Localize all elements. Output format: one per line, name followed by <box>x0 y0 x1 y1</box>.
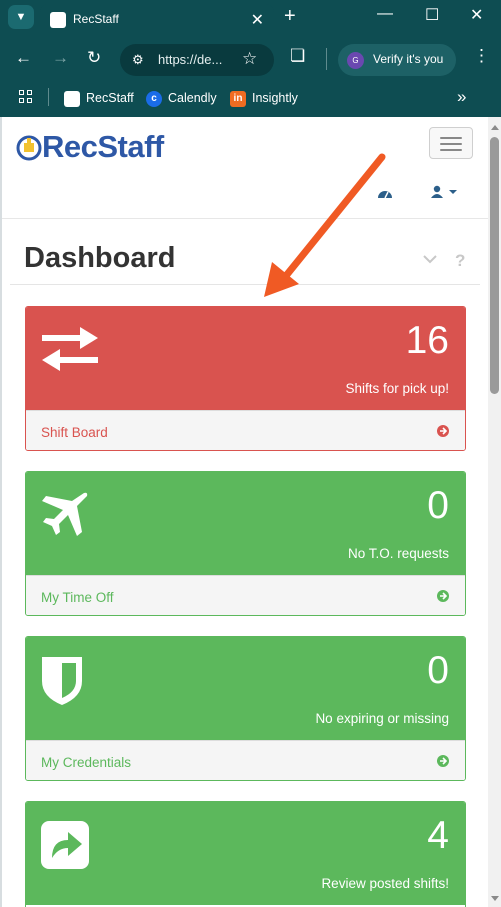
scroll-up-icon[interactable] <box>491 125 499 130</box>
panel-count: 0 <box>427 484 449 527</box>
panel-footer[interactable]: My Time Off <box>26 575 465 615</box>
address-bar[interactable]: ⚙ https://de... ☆ <box>120 44 274 76</box>
page-scrollbar[interactable] <box>488 117 501 907</box>
close-tab-icon[interactable]: ✕ <box>251 10 264 30</box>
my-time-off-link[interactable]: My Time Off <box>41 590 114 605</box>
more-bookmarks-icon[interactable]: » <box>457 87 466 107</box>
arrow-circle-right-icon[interactable] <box>436 754 450 768</box>
tab-title: RecStaff <box>73 12 119 26</box>
shift-board-link[interactable]: Shift Board <box>41 425 108 440</box>
panel-footer[interactable]: My Credentials <box>26 740 465 780</box>
scrollbar-thumb[interactable] <box>490 137 499 394</box>
extensions-icon[interactable]: ❏ <box>290 46 305 66</box>
panel-footer[interactable]: Shift Board <box>26 410 465 450</box>
apps-grid-icon[interactable] <box>19 90 33 104</box>
tab-strip: ▼ RecStaff ✕ + — ☐ ✕ <box>0 0 501 36</box>
minimize-icon[interactable]: — <box>377 5 393 23</box>
profile-button[interactable]: G Verify it's you <box>338 44 456 76</box>
bookmark-star-icon[interactable]: ☆ <box>242 49 257 69</box>
arrow-circle-right-icon[interactable] <box>436 424 450 438</box>
panel-heading: 0 No T.O. requests <box>26 472 465 575</box>
panel-caption: Shifts for pick up! <box>345 381 449 396</box>
back-icon[interactable]: ← <box>15 48 32 68</box>
toolbar-divider <box>326 48 327 70</box>
my-credentials-link[interactable]: My Credentials <box>41 755 131 770</box>
shift-board-panel[interactable]: 16 Shifts for pick up! Shift Board <box>25 306 466 451</box>
panel-count: 4 <box>427 814 449 857</box>
bookmark-label: Insightly <box>252 91 298 105</box>
annotation-arrow <box>264 153 386 297</box>
tab-search-button[interactable]: ▼ <box>8 5 34 29</box>
exchange-icon <box>42 327 98 371</box>
panel-heading: 0 No expiring or missing <box>26 637 465 740</box>
insightly-icon: in <box>230 90 246 107</box>
maximize-icon[interactable]: ☐ <box>425 5 439 25</box>
panel-caption: Review posted shifts! <box>321 876 449 891</box>
scroll-down-icon[interactable] <box>491 896 499 901</box>
credentials-panel[interactable]: 0 No expiring or missing My Credentials <box>25 636 466 781</box>
panel-heading: 16 Shifts for pick up! <box>26 307 465 410</box>
time-off-panel[interactable]: 0 No T.O. requests My Time Off <box>25 471 466 616</box>
site-info-icon[interactable]: ⚙ <box>132 52 144 68</box>
posted-shifts-panel[interactable]: 4 Review posted shifts! <box>25 801 466 907</box>
panel-caption: No expiring or missing <box>315 711 449 726</box>
bookmark-calendly[interactable]: c Calendly <box>146 88 217 108</box>
bookmark-label: RecStaff <box>86 91 134 105</box>
browser-menu-icon[interactable]: ⋮ <box>473 46 490 66</box>
reload-icon[interactable]: ↻ <box>87 48 101 68</box>
calendly-icon: c <box>146 90 162 107</box>
new-tab-button[interactable]: + <box>284 5 296 28</box>
address-url[interactable]: https://de... <box>158 52 222 67</box>
bookmarks-bar: RecStaff c Calendly in Insightly » <box>0 84 501 112</box>
bookmark-insightly[interactable]: in Insightly <box>230 88 298 108</box>
browser-toolbar: ← → ↻ ⚙ https://de... ☆ ❏ G Verify it's … <box>0 38 501 82</box>
panel-caption: No T.O. requests <box>347 546 449 561</box>
panel-count: 16 <box>405 319 449 362</box>
recstaff-favicon <box>64 90 80 107</box>
web-page: RecStaff Dashboard ? 16 Shifts for pick … <box>0 117 488 907</box>
browser-tab[interactable]: RecStaff ✕ <box>40 4 274 36</box>
share-icon <box>41 821 89 869</box>
browser-chrome: ▼ RecStaff ✕ + — ☐ ✕ ← → ↻ ⚙ https://de.… <box>0 0 501 117</box>
plane-icon <box>42 492 88 536</box>
panel-count: 0 <box>427 649 449 692</box>
bookmark-recstaff[interactable]: RecStaff <box>64 88 134 108</box>
main-content: Dashboard ? 16 Shifts for pick up! Shift… <box>2 220 488 907</box>
forward-icon[interactable]: → <box>52 48 69 68</box>
shield-icon <box>42 657 82 705</box>
recstaff-favicon <box>50 12 66 28</box>
arrow-circle-right-icon[interactable] <box>436 589 450 603</box>
bookmark-label: Calendly <box>168 91 217 105</box>
panel-heading: 4 Review posted shifts! <box>26 802 465 905</box>
bookmarks-divider <box>48 88 49 106</box>
close-window-icon[interactable]: ✕ <box>470 5 483 25</box>
profile-avatar: G <box>347 52 364 69</box>
profile-button-label: Verify it's you <box>373 52 444 66</box>
